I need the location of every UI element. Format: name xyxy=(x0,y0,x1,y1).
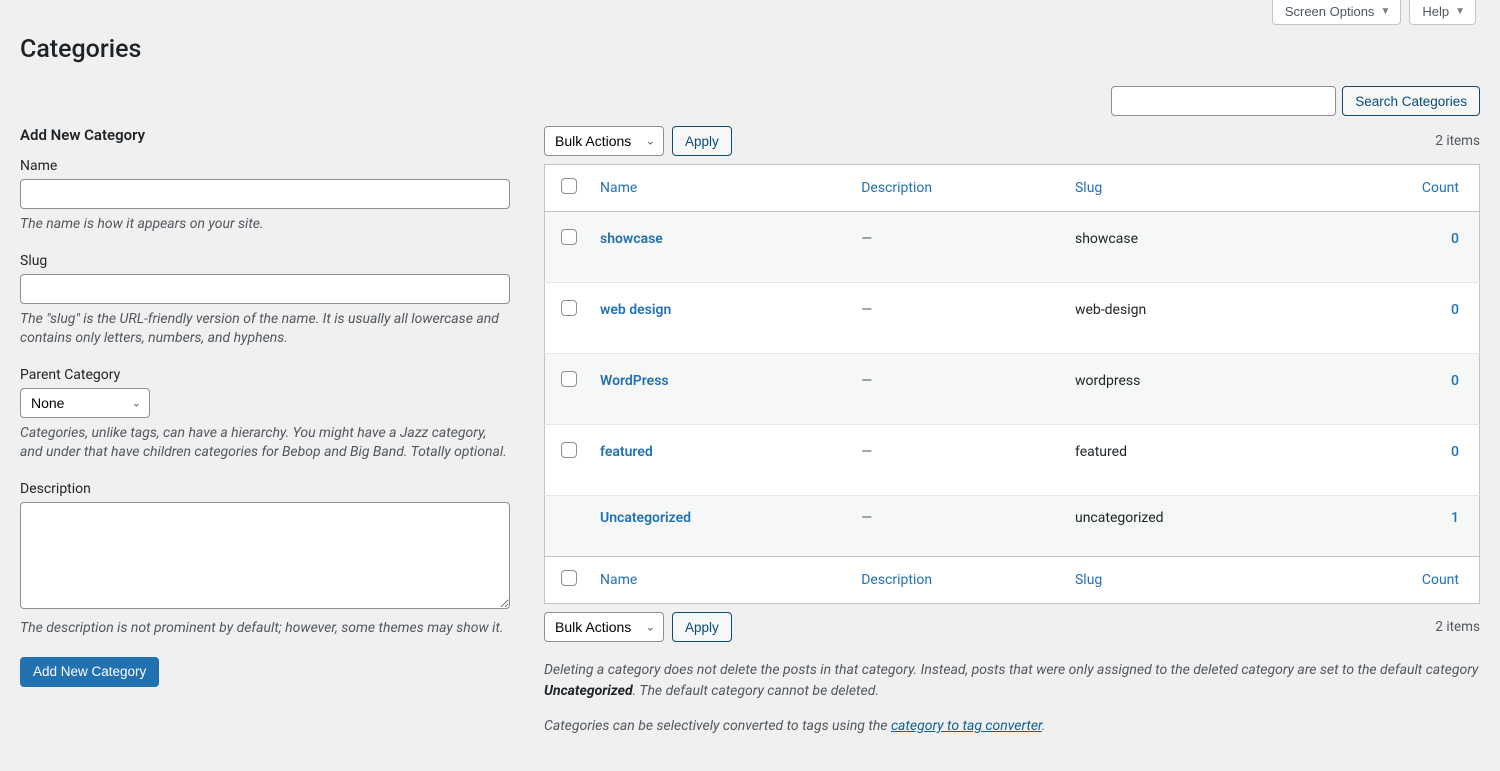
screen-options-button[interactable]: Screen Options ▼ xyxy=(1272,0,1402,25)
screen-options-label: Screen Options xyxy=(1285,4,1375,19)
category-count-link[interactable]: 0 xyxy=(1451,302,1459,318)
category-count-link[interactable]: 0 xyxy=(1451,231,1459,247)
category-description: — xyxy=(861,444,872,460)
slug-input[interactable] xyxy=(20,274,510,304)
category-count-link[interactable]: 1 xyxy=(1451,510,1459,526)
column-footer-description[interactable]: Description xyxy=(861,572,932,588)
category-name-link[interactable]: web design xyxy=(600,302,671,318)
add-category-button[interactable]: Add New Category xyxy=(20,657,159,687)
form-heading: Add New Category xyxy=(20,126,510,144)
column-header-count[interactable]: Count xyxy=(1422,180,1459,196)
column-header-slug[interactable]: Slug xyxy=(1075,180,1102,196)
category-description: — xyxy=(861,302,872,318)
help-button[interactable]: Help ▼ xyxy=(1409,0,1476,25)
name-label: Name xyxy=(20,158,510,174)
column-header-description[interactable]: Description xyxy=(861,180,932,196)
row-checkbox[interactable] xyxy=(561,442,577,458)
item-count-top: 2 items xyxy=(1435,133,1480,149)
row-checkbox[interactable] xyxy=(561,300,577,316)
search-input[interactable] xyxy=(1111,86,1336,116)
category-description: — xyxy=(861,231,872,247)
column-footer-name[interactable]: Name xyxy=(600,572,637,588)
table-row: featured — featured 0 xyxy=(545,425,1480,496)
column-footer-slug[interactable]: Slug xyxy=(1075,572,1102,588)
table-row: showcase — showcase 0 xyxy=(545,212,1480,283)
category-name-link[interactable]: Uncategorized xyxy=(600,510,691,526)
item-count-bottom: 2 items xyxy=(1435,619,1480,635)
category-description: — xyxy=(861,373,872,389)
slug-help: The "slug" is the URL-friendly version o… xyxy=(20,310,510,349)
delete-note: Deleting a category does not delete the … xyxy=(544,660,1480,702)
category-name-link[interactable]: WordPress xyxy=(600,373,669,389)
slug-label: Slug xyxy=(20,253,510,269)
category-name-link[interactable]: showcase xyxy=(600,231,663,247)
bulk-actions-top-select[interactable]: Bulk Actions xyxy=(544,126,664,156)
categories-table: Name Description Slug Count showcase—sho… xyxy=(544,164,1480,604)
chevron-down-icon: ▼ xyxy=(1455,6,1465,17)
name-help: The name is how it appears on your site. xyxy=(20,215,510,235)
category-count-link[interactable]: 0 xyxy=(1451,373,1459,389)
select-all-bottom-checkbox[interactable] xyxy=(561,570,577,586)
category-description: — xyxy=(861,510,872,526)
row-checkbox[interactable] xyxy=(561,371,577,387)
help-label: Help xyxy=(1422,4,1449,19)
name-input[interactable] xyxy=(20,179,510,209)
row-checkbox[interactable] xyxy=(561,229,577,245)
description-help: The description is not prominent by defa… xyxy=(20,619,510,639)
description-input[interactable] xyxy=(20,502,510,609)
column-header-name[interactable]: Name xyxy=(600,180,637,196)
parent-category-label: Parent Category xyxy=(20,367,510,383)
category-slug: web-design xyxy=(1075,302,1146,318)
category-count-link[interactable]: 0 xyxy=(1451,444,1459,460)
page-title: Categories xyxy=(20,35,1480,64)
category-slug: wordpress xyxy=(1075,373,1140,389)
add-category-form: Add New Category Name The name is how it… xyxy=(20,126,510,687)
select-all-top-checkbox[interactable] xyxy=(561,178,577,194)
category-name-link[interactable]: featured xyxy=(600,444,653,460)
table-row: web design — web-design 0 xyxy=(545,283,1480,354)
table-row: Uncategorized — uncategorized 1 xyxy=(545,496,1480,557)
column-footer-count[interactable]: Count xyxy=(1422,572,1459,588)
category-slug: showcase xyxy=(1075,231,1138,247)
category-to-tag-converter-link[interactable]: category to tag converter xyxy=(891,718,1042,734)
apply-top-button[interactable]: Apply xyxy=(672,126,732,156)
table-row: WordPress — wordpress 0 xyxy=(545,354,1480,425)
bulk-actions-bottom-select[interactable]: Bulk Actions xyxy=(544,612,664,642)
search-categories-button[interactable]: Search Categories xyxy=(1342,86,1480,116)
convert-note: Categories can be selectively converted … xyxy=(544,716,1480,737)
apply-bottom-button[interactable]: Apply xyxy=(672,612,732,642)
chevron-down-icon: ▼ xyxy=(1380,6,1390,17)
parent-category-select[interactable]: None xyxy=(20,388,150,418)
category-slug: uncategorized xyxy=(1075,510,1164,526)
parent-help: Categories, unlike tags, can have a hier… xyxy=(20,424,510,463)
category-slug: featured xyxy=(1075,444,1127,460)
description-label: Description xyxy=(20,481,510,497)
